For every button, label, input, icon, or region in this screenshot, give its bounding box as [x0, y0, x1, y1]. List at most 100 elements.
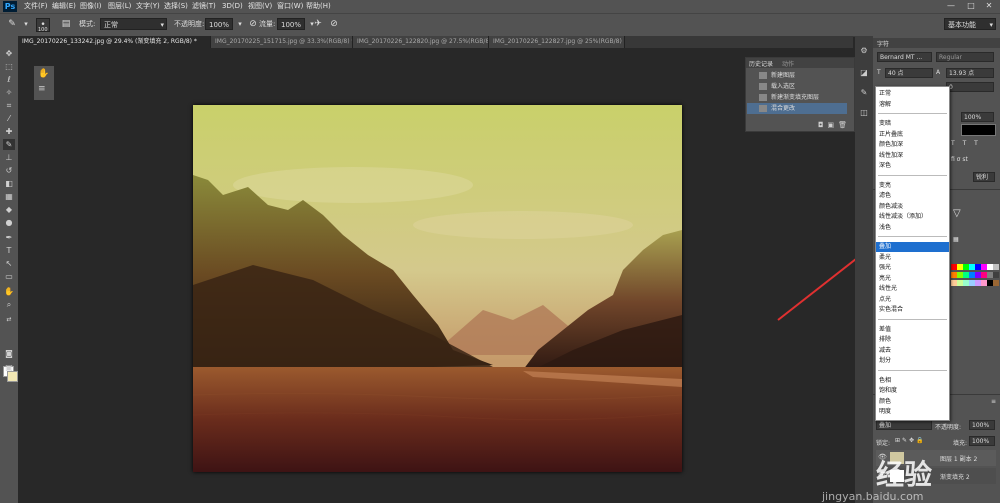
maximize-button[interactable]: □ [962, 0, 980, 12]
panel-menu-icon[interactable]: ≡ [991, 398, 996, 405]
blend-mode-option[interactable]: 饱和度 [876, 386, 949, 396]
lock-icons[interactable]: ⊞✎✥🔒 [895, 437, 926, 444]
blend-mode-option[interactable]: 变暗 [876, 119, 949, 129]
type-tool-icon[interactable]: T [3, 245, 15, 256]
blur-tool-icon[interactable]: ◆ [3, 204, 15, 215]
blend-mode-option[interactable]: 色相 [876, 376, 949, 386]
color-swatch[interactable] [993, 272, 999, 278]
flow-input[interactable]: 100% [277, 18, 305, 30]
font-size-input[interactable]: 40 点 [885, 68, 933, 78]
chevron-down-icon[interactable]: ▾ [20, 18, 32, 30]
history-tab[interactable]: 历史记录 [749, 59, 773, 68]
brush-panel-icon[interactable]: ▤ [60, 18, 72, 30]
color-swatch[interactable] [993, 280, 999, 286]
menu-item[interactable]: 选择(S) [164, 1, 188, 12]
menu-item[interactable]: 图层(L) [108, 1, 131, 12]
blend-mode-option[interactable]: 变亮 [876, 181, 949, 191]
blend-mode-option[interactable]: 深色 [876, 161, 949, 171]
history-item[interactable]: 混合更改 [747, 103, 847, 114]
trash-icon[interactable]: 🗑 [838, 121, 851, 129]
history-panel-icon[interactable]: ⚙ [859, 46, 869, 56]
brush-settings-icon[interactable]: ≡ [38, 84, 46, 94]
document-canvas[interactable] [193, 105, 682, 472]
tracking-input[interactable]: 0 [946, 82, 994, 92]
zoom-tool-icon[interactable]: ⌕ [3, 299, 15, 310]
move-tool-icon[interactable]: ✥ [3, 48, 15, 59]
blend-mode-option[interactable]: 点光 [876, 295, 949, 305]
menu-item[interactable]: 3D(D) [222, 1, 243, 12]
leading-input[interactable]: 13.93 点 [946, 68, 994, 78]
menu-item[interactable]: 文字(Y) [136, 1, 160, 12]
menu-item[interactable]: 图像(I) [80, 1, 102, 12]
layer-blend-mode-select[interactable]: 叠加 [876, 420, 932, 430]
blend-mode-option[interactable]: 线性光 [876, 284, 949, 294]
pressure-size-icon[interactable]: ⊘ [328, 18, 340, 30]
blend-mode-option[interactable]: 柔光 [876, 253, 949, 263]
blend-mode-option[interactable]: 明度 [876, 407, 949, 417]
brush-presets-icon[interactable]: ✋ [38, 69, 49, 79]
blend-mode-option[interactable]: 亮光 [876, 274, 949, 284]
document-tab-2[interactable]: IMG_20170225_151715.jpg @ 33.3%(RGB/8) * [211, 36, 353, 48]
fill-input[interactable]: 100% [969, 436, 995, 446]
screen-mode-icon[interactable]: ▣ [3, 362, 15, 373]
swap-colors-icon[interactable]: ⇄ [3, 314, 15, 325]
document-tab-1[interactable]: IMG_20170226_133242.jpg @ 29.4% (渐变填充 2,… [18, 36, 211, 48]
workspace-select[interactable]: 基本功能 ▾ [944, 18, 996, 30]
tool-presets-icon[interactable]: ✎ [859, 88, 869, 98]
font-family-select[interactable]: Bernard MT ... [877, 52, 932, 62]
minimize-button[interactable]: — [942, 0, 960, 12]
blend-mode-option[interactable]: 强光 [876, 263, 949, 273]
blend-mode-option[interactable]: 实色混合 [876, 305, 949, 315]
opacity-input[interactable]: 100% [205, 18, 233, 30]
menu-item[interactable]: 帮助(H) [306, 1, 331, 12]
menu-item[interactable]: 视图(V) [248, 1, 272, 12]
lasso-tool-icon[interactable]: ℓ [3, 74, 15, 85]
hand-tool-icon[interactable]: ✋ [3, 286, 15, 297]
close-button[interactable]: ✕ [980, 0, 998, 12]
history-item[interactable]: 新建渐变填充图层 [747, 92, 847, 103]
quick-mask-icon[interactable]: ◙ [3, 348, 15, 359]
mode-select[interactable]: 正常 ▾ [100, 18, 167, 30]
menu-item[interactable]: 编辑(E) [52, 1, 76, 12]
blend-mode-option[interactable]: 浅色 [876, 223, 949, 233]
blend-mode-option[interactable]: 减去 [876, 346, 949, 356]
shape-tool-icon[interactable]: ▭ [3, 271, 15, 282]
airbrush-icon[interactable]: ✈ [312, 18, 324, 30]
document-tab-4[interactable]: IMG_20170226_122827.jpg @ 25%(RGB/8) * [489, 36, 625, 48]
eraser-tool-icon[interactable]: ◧ [3, 178, 15, 189]
color-swatch[interactable] [993, 264, 999, 270]
blend-mode-option[interactable]: 叠加 [876, 242, 949, 252]
chevron-down-icon[interactable]: ▾ [234, 18, 246, 30]
document-tab-3[interactable]: IMG_20170226_122820.jpg @ 27.5%(RGB/8) * [353, 36, 489, 48]
blend-mode-option[interactable]: 线性加深 [876, 151, 949, 161]
marquee-tool-icon[interactable]: ⬚ [3, 61, 15, 72]
scale-input[interactable]: 100% [961, 112, 994, 122]
character-tab[interactable]: 字符 [877, 39, 889, 48]
menu-item[interactable]: 滤镜(T) [192, 1, 216, 12]
pressure-opacity-icon[interactable]: ⊘ [247, 18, 259, 30]
ligature-buttons[interactable]: fi σ st [951, 156, 968, 163]
clone-stamp-tool-icon[interactable]: ⊥ [3, 152, 15, 163]
blend-mode-option[interactable]: 颜色 [876, 397, 949, 407]
blend-mode-option[interactable]: 正常 [876, 89, 949, 99]
blend-mode-option[interactable]: 线性减淡（添加） [876, 212, 949, 222]
camera-icon[interactable]: ▣ [827, 121, 838, 129]
font-style-select[interactable]: Regular [936, 52, 994, 62]
actions-panel-icon[interactable]: ◪ [859, 68, 869, 78]
blend-mode-option[interactable]: 差值 [876, 325, 949, 335]
text-color-swatch[interactable] [961, 124, 996, 136]
text-style-buttons[interactable]: T T T [951, 140, 981, 147]
blend-mode-option[interactable]: 颜色减淡 [876, 202, 949, 212]
eyedropper-tool-icon[interactable]: ⁄ [3, 113, 15, 124]
adjustment-triangle-icon[interactable]: ▽ [953, 208, 961, 219]
blend-mode-option[interactable]: 正片叠底 [876, 130, 949, 140]
blend-mode-option[interactable]: 划分 [876, 356, 949, 366]
pen-tool-icon[interactable]: ✒ [3, 232, 15, 243]
history-brush-tool-icon[interactable]: ↺ [3, 165, 15, 176]
blend-mode-option[interactable]: 滤色 [876, 191, 949, 201]
brush-tool-icon[interactable]: ✎ [3, 139, 15, 150]
menu-item[interactable]: 窗口(W) [277, 1, 303, 12]
layer-comps-icon[interactable]: ◫ [859, 108, 869, 118]
brush-tool-icon[interactable]: ✎ [6, 18, 18, 30]
healing-brush-tool-icon[interactable]: ✚ [3, 126, 15, 137]
